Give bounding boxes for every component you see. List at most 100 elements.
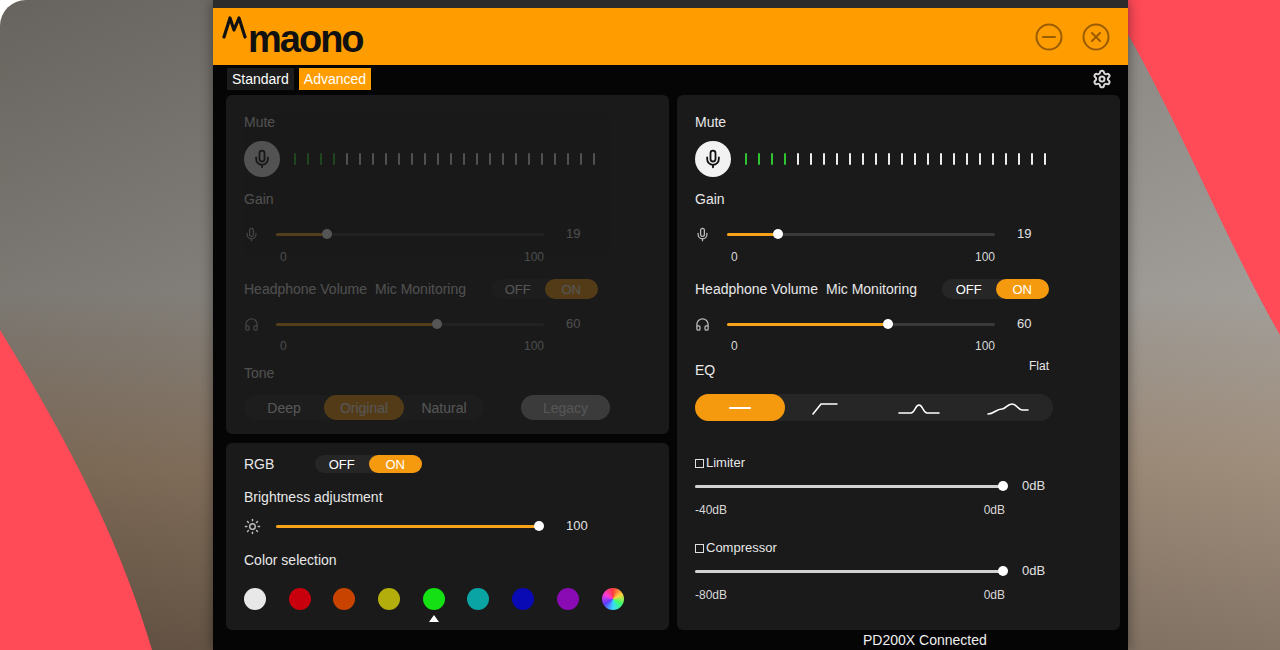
eq-flat-icon bbox=[718, 401, 762, 415]
slider-track[interactable] bbox=[727, 323, 995, 326]
limiter-scale: -40dB0dB bbox=[695, 503, 1005, 517]
slider-track[interactable] bbox=[276, 525, 539, 528]
toggle-option[interactable]: OFF bbox=[491, 279, 545, 299]
logo-text: maono bbox=[248, 20, 363, 59]
meter-tick bbox=[836, 153, 838, 165]
slider-thumb[interactable] bbox=[883, 319, 893, 329]
headphone-row: Headphone VolumeMic MonitoringOFFON bbox=[695, 279, 1049, 299]
headphone-slider: 60 bbox=[695, 317, 1102, 331]
toggle-option[interactable]: ON bbox=[996, 279, 1050, 299]
eq-presence-icon bbox=[986, 401, 1030, 415]
standard-controls: MuteGain190100Headphone VolumeMic Monito… bbox=[244, 115, 651, 420]
meter-tick bbox=[346, 153, 348, 165]
mute-label: Mute bbox=[695, 115, 1102, 130]
tone-option[interactable]: Original bbox=[324, 395, 404, 420]
brightness-label: Brightness adjustment bbox=[244, 490, 651, 505]
meter-tick bbox=[849, 153, 851, 165]
meter-tick bbox=[307, 153, 309, 165]
mute-button[interactable] bbox=[244, 141, 280, 177]
limiter-slider: 0dB bbox=[695, 479, 1102, 493]
mute-button[interactable] bbox=[695, 141, 731, 177]
headphone-scale: 0100 bbox=[276, 339, 544, 353]
slider-track[interactable] bbox=[695, 570, 1003, 573]
mute-row bbox=[695, 141, 1102, 177]
monitoring-toggle: OFFON bbox=[491, 279, 598, 299]
slider-track[interactable] bbox=[727, 233, 995, 236]
slider-value: 100 bbox=[566, 519, 588, 533]
meter-tick bbox=[294, 153, 296, 165]
minimize-icon[interactable] bbox=[1035, 23, 1063, 51]
slider-track[interactable] bbox=[276, 233, 544, 236]
toggle-option[interactable]: ON bbox=[369, 455, 423, 473]
color-swatch[interactable] bbox=[333, 588, 355, 610]
close-icon[interactable] bbox=[1082, 23, 1110, 51]
gear-icon bbox=[1092, 69, 1112, 89]
tone-option[interactable]: Deep bbox=[244, 395, 324, 420]
meter-tick bbox=[953, 153, 955, 165]
mic-icon bbox=[703, 149, 723, 169]
tone-option[interactable]: Natural bbox=[404, 395, 484, 420]
slider-thumb[interactable] bbox=[998, 566, 1008, 576]
toggle-option[interactable]: ON bbox=[545, 279, 599, 299]
slider-thumb[interactable] bbox=[773, 229, 783, 239]
eq-button[interactable] bbox=[874, 394, 964, 421]
color-swatch[interactable] bbox=[557, 588, 579, 610]
slider-value: 19 bbox=[1017, 227, 1031, 241]
color-swatch[interactable] bbox=[378, 588, 400, 610]
selected-marker bbox=[429, 615, 439, 622]
meter-tick bbox=[1044, 153, 1046, 165]
slider-fill bbox=[276, 233, 327, 236]
slider-value: 0dB bbox=[1022, 564, 1045, 578]
slider-thumb[interactable] bbox=[432, 319, 442, 329]
slider-thumb[interactable] bbox=[322, 229, 332, 239]
compressor-checkbox[interactable] bbox=[695, 544, 704, 553]
meter-tick bbox=[320, 153, 322, 165]
title-strip bbox=[213, 0, 1128, 8]
meter-tick bbox=[567, 153, 569, 165]
eq-button[interactable] bbox=[964, 394, 1054, 421]
slider-track[interactable] bbox=[276, 323, 544, 326]
level-meter bbox=[294, 153, 595, 165]
legacy-button[interactable]: Legacy bbox=[521, 395, 610, 420]
color-swatch[interactable] bbox=[467, 588, 489, 610]
headphone-label: Headphone Volume bbox=[695, 282, 818, 297]
color-swatch[interactable] bbox=[289, 588, 311, 610]
compressor-label: Compressor bbox=[706, 541, 777, 555]
tab[interactable]: Advanced bbox=[299, 68, 371, 90]
color-swatch[interactable] bbox=[244, 588, 266, 610]
rgb-panel: RGBOFFONBrightness adjustment100Color se… bbox=[226, 443, 669, 630]
mic-icon bbox=[252, 149, 272, 169]
meter-tick bbox=[593, 153, 595, 165]
meter-tick bbox=[888, 153, 890, 165]
meter-tick bbox=[745, 153, 747, 165]
meter-tick bbox=[580, 153, 582, 165]
meter-tick bbox=[424, 153, 426, 165]
color-item bbox=[289, 588, 311, 622]
meter-tick bbox=[515, 153, 517, 165]
eq-button[interactable] bbox=[695, 394, 785, 421]
meter-tick bbox=[940, 153, 942, 165]
mic-icon bbox=[244, 227, 276, 242]
eq-button[interactable] bbox=[785, 394, 875, 421]
headphone-slider: 60 bbox=[244, 317, 651, 331]
meter-tick bbox=[398, 153, 400, 165]
color-selection-label: Color selection bbox=[244, 553, 651, 568]
slider-thumb[interactable] bbox=[998, 481, 1008, 491]
slider-thumb[interactable] bbox=[534, 521, 544, 531]
eq-label: EQ bbox=[695, 363, 715, 378]
slider-track[interactable] bbox=[695, 485, 1003, 488]
meter-tick bbox=[372, 153, 374, 165]
color-swatch[interactable] bbox=[602, 588, 624, 610]
limiter-checkbox[interactable] bbox=[695, 459, 704, 468]
compressor-slider: 0dB bbox=[695, 564, 1102, 578]
meter-tick bbox=[554, 153, 556, 165]
color-swatch[interactable] bbox=[512, 588, 534, 610]
tab[interactable]: Standard bbox=[227, 68, 294, 90]
color-item bbox=[557, 588, 579, 622]
settings-button[interactable] bbox=[1092, 69, 1112, 89]
compressor-checkbox-row: Compressor bbox=[695, 541, 1102, 555]
toggle-option[interactable]: OFF bbox=[315, 455, 369, 473]
color-swatch[interactable] bbox=[423, 588, 445, 610]
monitoring-label: Mic Monitoring bbox=[375, 282, 466, 297]
toggle-option[interactable]: OFF bbox=[942, 279, 996, 299]
